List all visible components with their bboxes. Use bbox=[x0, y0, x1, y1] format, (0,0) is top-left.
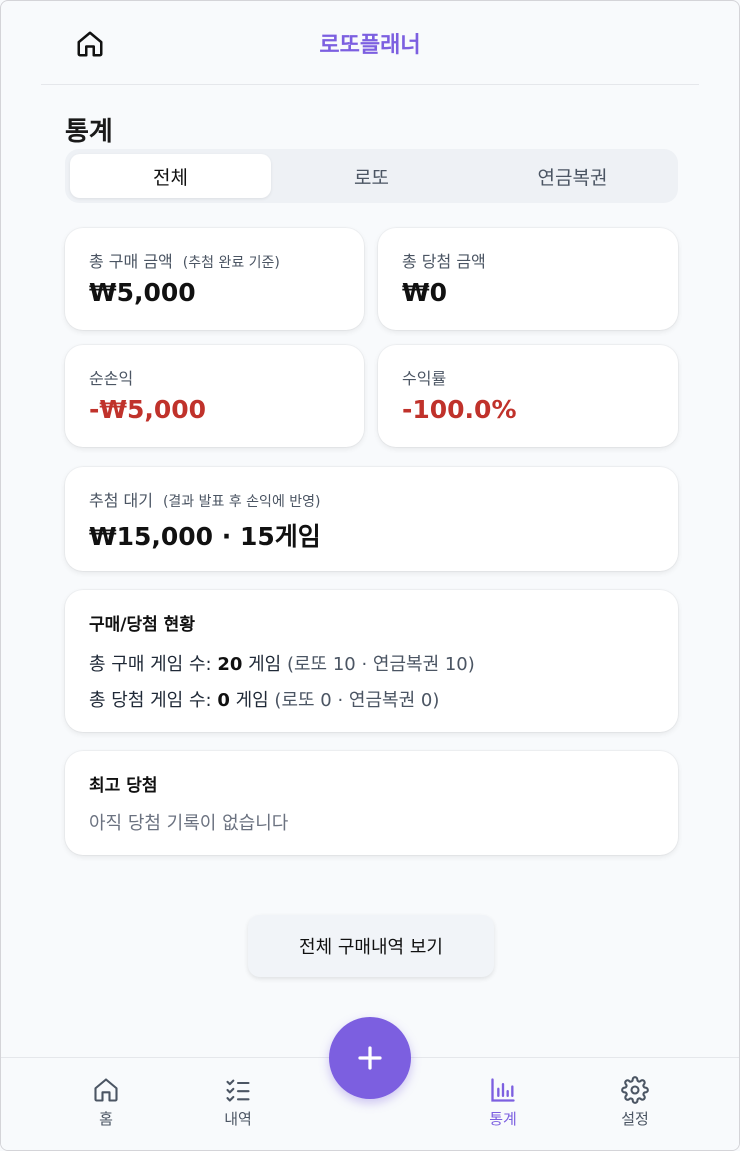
nav-item-stats[interactable]: 통계 bbox=[463, 1076, 543, 1129]
total-purchase-label: 총 구매 금액 (추첨 완료 기준) bbox=[89, 252, 280, 271]
home-icon bbox=[94, 1078, 118, 1102]
nav-label-settings: 설정 bbox=[621, 1110, 649, 1128]
pending-label: 추첨 대기 (결과 발표 후 손익에 반영) bbox=[89, 491, 321, 510]
pending-card: 추첨 대기 (결과 발표 후 손익에 반영) ₩15,000 · 15게임 bbox=[65, 467, 678, 571]
tab-lotto[interactable]: 로또 bbox=[271, 154, 472, 198]
nav-item-home[interactable]: 홈 bbox=[66, 1076, 146, 1129]
tab-pension[interactable]: 연금복권 bbox=[472, 154, 673, 198]
top-header: 로또플래너 bbox=[41, 1, 699, 85]
purchase-count-line: 총 구매 게임 수: 20 게임 (로또 10 · 연금복권 10) bbox=[89, 654, 475, 675]
tab-all[interactable]: 전체 bbox=[70, 154, 271, 198]
plus-icon bbox=[358, 1046, 382, 1070]
net-profit-label: 순손익 bbox=[89, 369, 134, 388]
purchase-win-status-card: 구매/당첨 현황 총 구매 게임 수: 20 게임 (로또 10 · 연금복권 … bbox=[65, 590, 678, 732]
total-purchase-value: ₩5,000 bbox=[89, 278, 196, 307]
total-win-card: 총 당첨 금액 ₩0 bbox=[378, 228, 678, 330]
net-profit-value: -₩5,000 bbox=[89, 395, 207, 424]
best-win-title: 최고 당첨 bbox=[89, 776, 158, 796]
return-rate-card: 수익률 -100.0% bbox=[378, 345, 678, 447]
total-win-value: ₩0 bbox=[402, 278, 447, 307]
filter-tabs: 전체 로또 연금복권 bbox=[65, 149, 678, 203]
total-purchase-note: (추첨 완료 기준) bbox=[182, 255, 280, 271]
pending-note: (결과 발표 후 손익에 반영) bbox=[162, 494, 321, 510]
nav-item-settings[interactable]: 설정 bbox=[595, 1076, 675, 1129]
add-purchase-fab[interactable] bbox=[329, 1017, 411, 1099]
app-title: 로또플래너 bbox=[319, 33, 421, 58]
app-frame: 로또플래너 통계 전체 로또 연금복권 총 구매 금액 (추첨 완료 기준) ₩5… bbox=[0, 0, 740, 1151]
total-purchase-card: 총 구매 금액 (추첨 완료 기준) ₩5,000 bbox=[65, 228, 364, 330]
nav-label-home: 홈 bbox=[99, 1110, 113, 1128]
bar-chart-icon bbox=[491, 1078, 515, 1102]
net-profit-card: 순손익 -₩5,000 bbox=[65, 345, 364, 447]
total-win-label: 총 당첨 금액 bbox=[402, 252, 486, 271]
return-rate-value: -100.0% bbox=[402, 395, 517, 424]
gear-icon bbox=[621, 1076, 649, 1104]
nav-label-history: 내역 bbox=[224, 1110, 252, 1128]
nav-label-stats: 통계 bbox=[489, 1110, 517, 1128]
checklist-icon bbox=[226, 1079, 250, 1102]
return-rate-label: 수익률 bbox=[402, 369, 447, 388]
view-all-history-button[interactable]: 전체 구매내역 보기 bbox=[248, 915, 494, 977]
best-win-empty-text: 아직 당첨 기록이 없습니다 bbox=[89, 813, 289, 834]
win-count-line: 총 당첨 게임 수: 0 게임 (로또 0 · 연금복권 0) bbox=[89, 690, 440, 711]
best-win-card: 최고 당첨 아직 당첨 기록이 없습니다 bbox=[65, 751, 678, 855]
status-title: 구매/당첨 현황 bbox=[89, 615, 195, 635]
pending-value: ₩15,000 · 15게임 bbox=[89, 522, 321, 551]
page-title: 통계 bbox=[65, 117, 113, 147]
nav-item-history[interactable]: 내역 bbox=[198, 1076, 278, 1129]
